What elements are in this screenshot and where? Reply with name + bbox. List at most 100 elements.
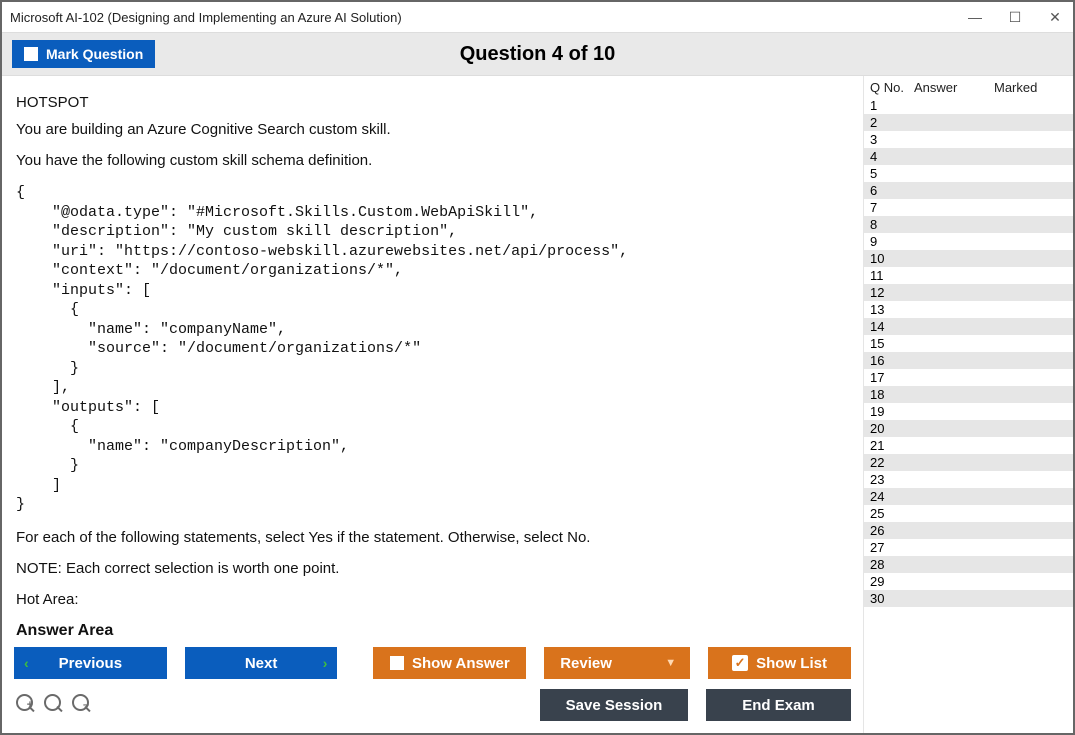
row-qno: 15 — [864, 335, 908, 352]
table-row[interactable]: 27 — [864, 539, 1073, 556]
row-marked — [991, 267, 1074, 284]
checkbox-icon — [24, 47, 38, 61]
zoom-out-icon[interactable]: – — [72, 694, 94, 716]
save-session-button[interactable]: Save Session — [540, 689, 688, 721]
previous-label: Previous — [59, 655, 122, 672]
row-qno: 7 — [864, 199, 908, 216]
table-row[interactable]: 22 — [864, 454, 1073, 471]
show-list-button[interactable]: ✓ Show List — [708, 647, 851, 679]
table-row[interactable]: 1 — [864, 97, 1073, 114]
row-marked — [991, 505, 1074, 522]
table-row[interactable]: 13 — [864, 301, 1073, 318]
review-button[interactable]: Review ▼ — [544, 647, 690, 679]
zoom-reset-icon[interactable] — [44, 694, 66, 716]
row-marked — [991, 250, 1074, 267]
row-marked — [991, 318, 1074, 335]
row-qno: 28 — [864, 556, 908, 573]
row-marked — [991, 488, 1074, 505]
table-row[interactable]: 23 — [864, 471, 1073, 488]
table-row[interactable]: 3 — [864, 131, 1073, 148]
row-qno: 22 — [864, 454, 908, 471]
row-qno: 2 — [864, 114, 908, 131]
row-answer — [908, 250, 991, 267]
question-list-panel: Q No. Answer Marked 12345678910111213141… — [863, 76, 1073, 733]
zoom-in-icon[interactable]: + — [16, 694, 38, 716]
table-row[interactable]: 4 — [864, 148, 1073, 165]
row-marked — [991, 556, 1074, 573]
table-row[interactable]: 15 — [864, 335, 1073, 352]
question-content[interactable]: HOTSPOT You are building an Azure Cognit… — [2, 76, 863, 637]
footer-row-1: ‹ Previous Next › Show Answer Review ▼ — [14, 647, 851, 679]
row-answer — [908, 437, 991, 454]
row-answer — [908, 233, 991, 250]
row-qno: 19 — [864, 403, 908, 420]
table-row[interactable]: 25 — [864, 505, 1073, 522]
table-row[interactable]: 11 — [864, 267, 1073, 284]
table-row[interactable]: 29 — [864, 573, 1073, 590]
chevron-down-icon: ▼ — [665, 657, 676, 669]
mark-question-button[interactable]: Mark Question — [12, 40, 155, 68]
question-list-rows[interactable]: 1234567891011121314151617181920212223242… — [864, 97, 1073, 733]
table-row[interactable]: 2 — [864, 114, 1073, 131]
chevron-right-icon: › — [323, 655, 328, 671]
row-qno: 10 — [864, 250, 908, 267]
row-answer — [908, 131, 991, 148]
zoom-controls: + – — [14, 694, 94, 716]
row-marked — [991, 471, 1074, 488]
close-icon[interactable]: ✕ — [1045, 9, 1065, 26]
row-qno: 30 — [864, 590, 908, 607]
col-marked: Marked — [994, 80, 1067, 95]
table-row[interactable]: 6 — [864, 182, 1073, 199]
row-answer — [908, 148, 991, 165]
footer-row-2: + – Save Session End Exam — [14, 689, 851, 721]
window-title: Microsoft AI-102 (Designing and Implemen… — [10, 10, 402, 25]
save-session-label: Save Session — [566, 697, 663, 714]
table-row[interactable]: 21 — [864, 437, 1073, 454]
question-intro-2: You have the following custom skill sche… — [16, 152, 849, 169]
row-marked — [991, 369, 1074, 386]
row-answer — [908, 97, 991, 114]
code-block: { "@odata.type": "#Microsoft.Skills.Cust… — [16, 183, 849, 515]
table-row[interactable]: 30 — [864, 590, 1073, 607]
table-row[interactable]: 12 — [864, 284, 1073, 301]
row-answer — [908, 403, 991, 420]
table-row[interactable]: 17 — [864, 369, 1073, 386]
table-row[interactable]: 10 — [864, 250, 1073, 267]
table-row[interactable]: 7 — [864, 199, 1073, 216]
previous-button[interactable]: ‹ Previous — [14, 647, 167, 679]
row-marked — [991, 148, 1074, 165]
maximize-icon[interactable]: ☐ — [1005, 9, 1025, 26]
chevron-left-icon: ‹ — [24, 655, 29, 671]
table-row[interactable]: 9 — [864, 233, 1073, 250]
minimize-icon[interactable]: — — [965, 9, 985, 26]
row-qno: 17 — [864, 369, 908, 386]
row-marked — [991, 182, 1074, 199]
table-row[interactable]: 19 — [864, 403, 1073, 420]
row-answer — [908, 420, 991, 437]
row-qno: 5 — [864, 165, 908, 182]
table-row[interactable]: 14 — [864, 318, 1073, 335]
row-qno: 16 — [864, 352, 908, 369]
row-answer — [908, 454, 991, 471]
question-table: 1234567891011121314151617181920212223242… — [864, 97, 1073, 607]
row-answer — [908, 182, 991, 199]
row-marked — [991, 539, 1074, 556]
row-qno: 13 — [864, 301, 908, 318]
table-row[interactable]: 5 — [864, 165, 1073, 182]
next-button[interactable]: Next › — [185, 647, 338, 679]
table-row[interactable]: 26 — [864, 522, 1073, 539]
table-row[interactable]: 28 — [864, 556, 1073, 573]
end-exam-button[interactable]: End Exam — [706, 689, 851, 721]
row-marked — [991, 284, 1074, 301]
table-row[interactable]: 8 — [864, 216, 1073, 233]
show-answer-button[interactable]: Show Answer — [373, 647, 526, 679]
row-answer — [908, 165, 991, 182]
question-counter: Question 4 of 10 — [2, 43, 1073, 66]
table-row[interactable]: 16 — [864, 352, 1073, 369]
table-row[interactable]: 20 — [864, 420, 1073, 437]
row-qno: 29 — [864, 573, 908, 590]
table-row[interactable]: 24 — [864, 488, 1073, 505]
row-answer — [908, 386, 991, 403]
row-marked — [991, 165, 1074, 182]
table-row[interactable]: 18 — [864, 386, 1073, 403]
